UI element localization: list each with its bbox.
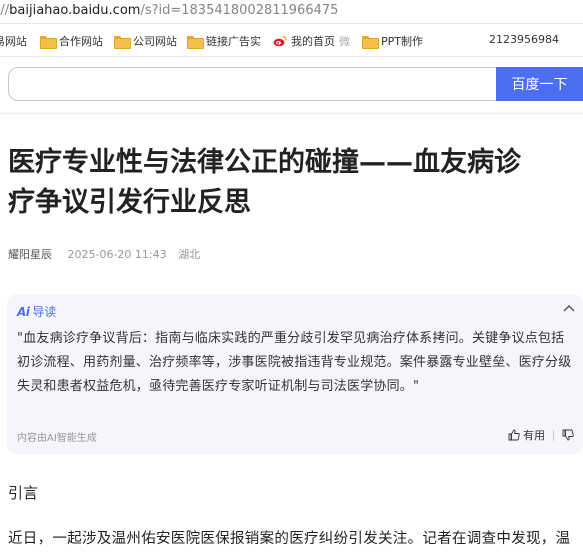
- bookmark-label: 链接广告实: [206, 35, 261, 48]
- ai-guide-card: Ai 导读 "血友病诊疗争议背后：指南与临床实践的严重分歧引发罕见病治疗体系拷问…: [7, 294, 583, 454]
- ai-logo-icon: Ai: [17, 304, 30, 319]
- bookmark-label: 易网站: [0, 35, 27, 48]
- url-path: /s?id=1835418002811966475: [140, 3, 339, 18]
- bookmark-label-partial: 微: [339, 35, 350, 48]
- bookmark-folder[interactable]: 链接广告实: [187, 33, 261, 49]
- bookmark-label: PPT制作: [381, 35, 423, 48]
- article-meta: 耀阳星辰 2025-06-20 11:43 湖北: [8, 246, 200, 262]
- search-button[interactable]: 百度一下: [496, 67, 583, 101]
- ai-guide-header: Ai 导读: [17, 303, 56, 320]
- chevron-up-icon[interactable]: [563, 304, 575, 314]
- bookmark-folder[interactable]: PPT制作: [362, 33, 423, 49]
- ai-guide-label: 导读: [32, 305, 57, 319]
- ai-guide-summary: "血友病诊疗争议背后：指南与临床实践的严重分歧引发罕见病治疗体系拷问。关键争议点…: [17, 331, 572, 394]
- url-prefix: ://: [0, 3, 10, 18]
- bookmark-label: 公司网站: [133, 35, 177, 48]
- thumbs-down-icon[interactable]: [562, 429, 574, 441]
- url-host: baijiahao.baidu.com: [9, 3, 141, 18]
- author-name[interactable]: 耀阳星辰: [8, 248, 52, 261]
- article-title-line: 疗争议引发行业反思: [8, 187, 251, 218]
- action-separator: [553, 429, 554, 441]
- bookmark-label: 我的首页: [291, 35, 335, 48]
- bookmark-item[interactable]: 易网站: [0, 33, 27, 49]
- thumbs-up-icon[interactable]: [508, 429, 520, 441]
- bookmarks-bar: 易网站 合作网站 公司网站 链接广告实 我的首页 微 PPT制作 2123956…: [0, 24, 583, 57]
- article-paragraph: 近日，一起涉及温州佑安医院医保报销案的医疗纠纷引发关注。记者在调查中发现，温: [8, 531, 571, 547]
- search-bar: 百度一下: [8, 67, 583, 101]
- weibo-icon: [273, 35, 287, 47]
- bookmark-folder[interactable]: 公司网站: [114, 33, 177, 49]
- folder-icon: [40, 35, 57, 49]
- address-bar[interactable]: ://baijiahao.baidu.com/s?id=183541800281…: [0, 0, 583, 24]
- folder-icon: [362, 35, 379, 49]
- publish-location: 湖北: [178, 248, 201, 261]
- folder-icon: [114, 35, 131, 49]
- ai-guide-footer: 内容由AI智能生成: [17, 433, 97, 444]
- section-heading: 引言: [8, 484, 39, 502]
- url-text[interactable]: ://baijiahao.baidu.com/s?id=183541800281…: [0, 3, 338, 18]
- bookmark-label: 合作网站: [59, 35, 103, 48]
- bookmark-weibo[interactable]: 我的首页 微: [273, 33, 350, 49]
- header-divider: [0, 113, 583, 114]
- publish-time: 2025-06-20 11:43: [67, 248, 167, 261]
- bookmark-folder[interactable]: 合作网站: [40, 33, 103, 49]
- search-input[interactable]: [8, 67, 498, 101]
- article-title-line: 医疗专业性与法律公正的碰撞——血友病诊: [8, 147, 521, 178]
- article-title: 医疗专业性与法律公正的碰撞——血友病诊 疗争议引发行业反思: [8, 143, 583, 223]
- folder-icon: [187, 35, 204, 49]
- ai-feedback: 有用: [508, 427, 577, 443]
- bookmarks-number: 2123956984: [489, 33, 559, 46]
- useful-label[interactable]: 有用: [523, 427, 545, 443]
